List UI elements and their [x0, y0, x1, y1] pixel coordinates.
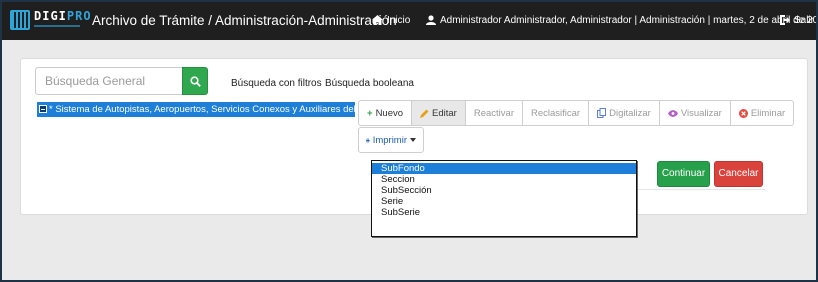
digipro-logo[interactable]: DIGIPRO — [10, 8, 91, 34]
digitize-button[interactable]: Digitalizar — [588, 100, 660, 126]
listbox-option[interactable]: Serie — [372, 196, 636, 207]
user-icon — [426, 15, 436, 25]
user-info-text: Administrador Administrador, Administrad… — [440, 15, 818, 26]
reactivate-label: Reactivar — [473, 107, 514, 119]
logo-tagline — [34, 25, 80, 27]
search-icon — [190, 76, 201, 87]
top-navbar: DIGIPRO Archivo de Trámite / Administrac… — [2, 2, 816, 40]
reclassify-label: Reclasificar — [530, 107, 581, 119]
print-dropdown-button[interactable]: Imprimir — [358, 127, 424, 153]
new-label: Nuevo — [375, 107, 404, 119]
logo-mark-icon — [10, 10, 30, 30]
delete-button[interactable]: Eliminar — [729, 100, 795, 126]
user-info[interactable]: Administrador Administrador, Administrad… — [426, 15, 818, 26]
reclassify-button[interactable]: Reclasificar — [521, 100, 590, 126]
tree-node-selected[interactable]: * Sistema de Autopistas, Aeropuertos, Se… — [37, 102, 355, 117]
search-input[interactable] — [35, 67, 183, 95]
app-window: DIGIPRO Archivo de Trámite / Administrac… — [0, 0, 818, 282]
logout-label: Salir — [794, 15, 815, 26]
action-toolbar: + Nuevo Editar Reactivar Reclasificar Di… — [358, 100, 795, 126]
digitize-label: Digitalizar — [609, 107, 651, 119]
search-button[interactable] — [182, 67, 208, 95]
copy-icon — [597, 108, 607, 118]
view-button[interactable]: Visualizar — [658, 100, 731, 126]
eye-icon — [667, 109, 678, 117]
reactivate-button[interactable]: Reactivar — [464, 100, 523, 126]
continue-button[interactable]: Continuar — [657, 161, 710, 187]
boolean-search-link[interactable]: Búsqueda booleana — [325, 78, 414, 89]
delete-label: Eliminar — [750, 107, 786, 119]
main-panel: Búsqueda con filtros Búsqueda booleana *… — [20, 58, 808, 237]
advanced-search-link[interactable]: Búsqueda con filtros — [231, 78, 322, 89]
listbox-option[interactable]: SubSerie — [372, 207, 636, 218]
logo-wordmark: DIGIPRO — [34, 9, 92, 23]
new-button[interactable]: + Nuevo — [358, 100, 413, 126]
divider — [635, 189, 765, 190]
home-link[interactable]: Inicio — [372, 15, 410, 26]
home-icon — [372, 15, 383, 25]
logout-icon — [780, 15, 790, 25]
listbox-option[interactable]: SubFondo — [372, 163, 636, 174]
pencil-icon — [420, 109, 429, 118]
view-label: Visualizar — [680, 107, 722, 119]
tree-expand-icon[interactable] — [39, 105, 47, 113]
level-listbox[interactable]: SubFondo Seccion SubSección Serie SubSer… — [371, 160, 637, 237]
tree-node-label: * Sistema de Autopistas, Aeropuertos, Se… — [49, 104, 355, 115]
listbox-option[interactable]: SubSección — [372, 185, 636, 196]
edit-label: Editar — [432, 107, 457, 119]
plus-icon: + — [367, 107, 373, 119]
listbox-option[interactable]: Seccion — [372, 174, 636, 185]
cancel-button[interactable]: Cancelar — [714, 161, 763, 187]
print-label: Imprimir — [372, 134, 407, 146]
print-icon — [366, 138, 370, 142]
logout-link[interactable]: Salir — [780, 15, 814, 26]
edit-button[interactable]: Editar — [411, 100, 466, 126]
home-label: Inicio — [387, 15, 411, 26]
chevron-down-icon — [410, 138, 416, 142]
page-title: Archivo de Trámite / Administración-Admi… — [92, 13, 397, 28]
remove-icon — [738, 108, 748, 118]
